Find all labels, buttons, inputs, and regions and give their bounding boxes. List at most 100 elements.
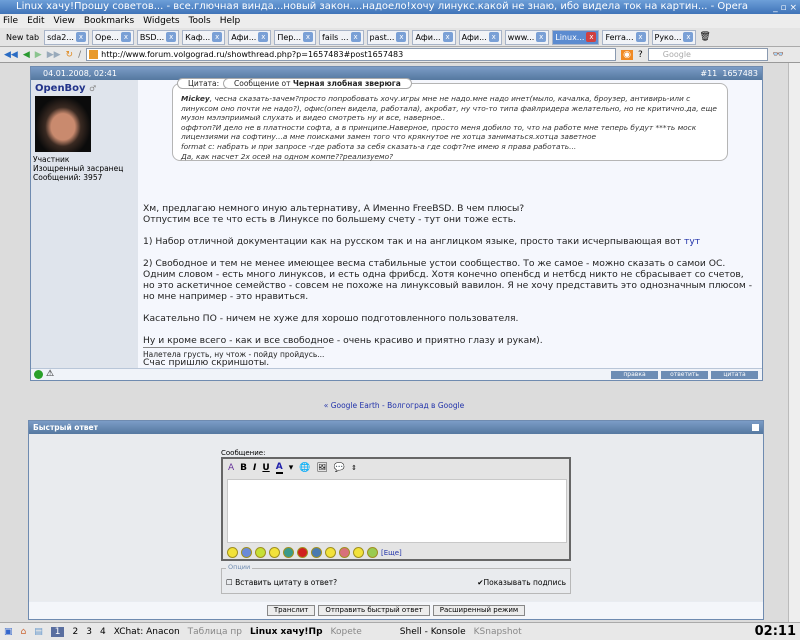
edit-icon[interactable]: / [78,50,81,60]
underline-icon[interactable]: U [262,463,269,473]
tab[interactable]: Ferra... x [602,29,649,45]
menu-edit[interactable]: Edit [27,14,44,28]
blush-icon[interactable] [339,547,350,558]
more-smilies-link[interactable]: [Еще] [381,549,402,557]
task-ksnapshot[interactable]: KSnapshot [474,627,522,637]
insert-quote-icon[interactable]: 💬 [334,463,345,473]
zoom-glasses-icon[interactable]: 👓 [773,50,784,60]
insert-quote-checkbox[interactable]: ☐ Вставить цитату в ответ? [226,578,337,587]
desktop-1[interactable]: 1 [50,626,65,637]
tab[interactable]: BSD... x [136,29,180,45]
report-icon[interactable]: ⚠ [46,369,54,379]
window-controls[interactable]: _ ▫ × [773,1,797,14]
tab[interactable]: Афи... x [412,29,456,45]
message-textarea[interactable] [227,479,567,543]
menu-file[interactable]: File [3,14,18,28]
task-opera[interactable]: Linux хачу!Пр [250,627,323,637]
home-icon[interactable]: ⌂ [21,627,27,637]
task-spreadsheet[interactable]: Таблица пр [188,627,242,637]
tab[interactable]: Афи... x [228,29,272,45]
task-xchat[interactable]: XChat: Anacon [114,627,180,637]
username[interactable]: OpenBoy ♂ [31,80,138,94]
edit-button[interactable]: правка [611,371,658,379]
tab[interactable]: Пер... x [274,29,316,45]
tab[interactable]: www... x [504,29,550,45]
tab[interactable]: Каф... x [182,29,226,45]
insert-link-icon[interactable]: 🌐 [299,463,310,473]
forward-icon[interactable]: ▶ [35,50,42,60]
tab[interactable]: Афи... x [458,29,502,45]
close-icon[interactable]: x [396,32,407,42]
search-input[interactable]: Google [647,48,768,61]
page-scrollbar[interactable] [788,63,800,622]
close-icon[interactable]: x [120,32,131,42]
task-konsole[interactable]: Shell - Konsole [400,627,466,637]
close-icon[interactable]: x [303,32,313,42]
close-icon[interactable]: x [258,32,269,42]
font-color-icon[interactable]: A [275,462,283,474]
close-icon[interactable]: x [488,32,499,42]
tab[interactable]: past... x [366,29,410,45]
close-icon[interactable]: x [586,32,597,42]
quote-button[interactable]: цитата [711,371,758,379]
reload-icon[interactable]: ↻ [66,50,74,60]
italic-icon[interactable]: I [253,463,256,473]
chevron-down-icon[interactable]: ▾ [289,463,294,473]
angry-icon[interactable] [297,547,308,558]
reply-button[interactable]: ответить [661,371,708,379]
tab[interactable]: sda2... x [44,29,89,45]
translit-button[interactable]: Транслит [266,605,316,616]
smile-icon[interactable] [269,547,280,558]
tab[interactable]: fails ... x [319,29,364,45]
smile-icon[interactable] [227,547,238,558]
menu-view[interactable]: View [54,14,75,28]
tab[interactable]: Ope... x [91,29,134,45]
close-icon[interactable]: x [442,32,453,42]
close-icon[interactable]: x [536,32,547,42]
desktop-icon[interactable]: ▤ [34,627,43,637]
sad-icon[interactable] [241,547,252,558]
show-signature-checkbox[interactable]: ✔Показывать подпись [477,578,566,587]
help-icon[interactable]: ? [638,50,643,60]
thread-nav-link[interactable]: « Google Earth - Волгоград в Google [0,401,788,410]
docs-link[interactable]: тут [684,236,700,247]
collapse-icon[interactable] [752,424,759,431]
tab[interactable]: Руко... x [651,29,697,45]
menu-widgets[interactable]: Widgets [143,14,179,28]
menu-help[interactable]: Help [220,14,241,28]
desktop-2[interactable]: 2 [72,627,78,637]
smile-icon[interactable] [255,547,266,558]
url-input[interactable]: http://www.forum.volgograd.ru/showthread… [86,48,617,61]
close-icon[interactable]: x [350,32,361,42]
close-icon[interactable]: x [212,32,223,42]
desktop-3[interactable]: 3 [86,627,92,637]
trash-icon[interactable]: 🗑 [699,32,710,42]
menu-bookmarks[interactable]: Bookmarks [84,14,134,28]
rewind-icon[interactable]: ◀◀ [4,50,18,60]
insert-image-icon[interactable]: 🖼 [316,463,327,473]
close-icon[interactable]: x [683,32,694,42]
close-icon[interactable]: x [166,32,177,42]
smile-icon[interactable] [353,547,364,558]
task-kopete[interactable]: Kopete [331,627,362,637]
back-icon[interactable]: ◀ [23,50,30,60]
post-number[interactable]: #11 1657483 [700,67,758,80]
close-icon[interactable]: x [635,32,646,42]
rss-icon[interactable]: ◉ [621,49,633,60]
menu-tools[interactable]: Tools [189,14,211,28]
new-tab-button[interactable]: New tab [4,30,41,45]
resize-icon[interactable]: ⇕ [351,464,357,472]
fast-forward-icon[interactable]: ▶▶ [47,50,61,60]
smile-icon[interactable] [311,547,322,558]
bold-icon[interactable]: B [240,463,247,473]
advanced-mode-button[interactable]: Расширенный режим [432,605,526,616]
cool-icon[interactable] [325,547,336,558]
remove-format-icon[interactable]: A [228,463,234,473]
alien-icon[interactable] [367,547,378,558]
kmenu-icon[interactable]: ▣ [4,627,13,637]
close-icon[interactable]: x [75,32,86,42]
tab-active[interactable]: Linux... x [552,29,600,45]
desktop-4[interactable]: 4 [100,627,106,637]
send-quick-reply-button[interactable]: Отправить быстрый ответ [318,605,430,616]
smile-icon[interactable] [283,547,294,558]
